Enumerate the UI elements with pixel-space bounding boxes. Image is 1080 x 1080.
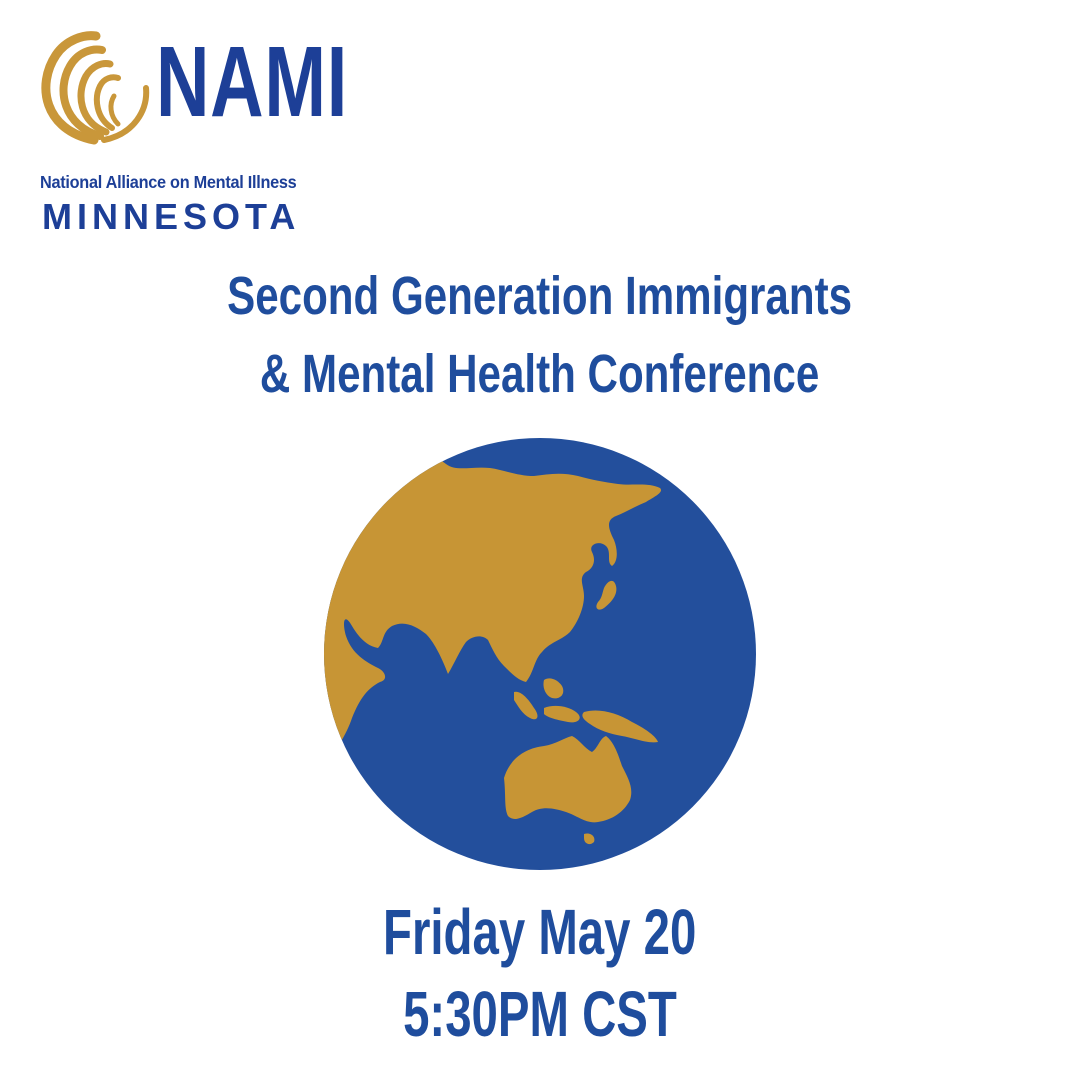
event-time-text: 5:30PM CST [403, 978, 677, 1050]
event-title-line-2-text: & Mental Health Conference [260, 344, 820, 404]
event-title-line-1: Second Generation Immigrants [0, 266, 1080, 326]
earth-globe-icon [324, 438, 756, 870]
nami-flame-mark-icon [41, 31, 150, 145]
logo-tagline: National Alliance on Mental Illness [40, 172, 297, 192]
event-title-line-2: & Mental Health Conference [0, 344, 1080, 404]
nami-minnesota-logo: NAMI National Alliance on Mental Illness… [34, 26, 394, 237]
event-title-line-1-text: Second Generation Immigrants [227, 266, 853, 326]
event-time: 5:30PM CST [0, 979, 1080, 1049]
event-date-text: Friday May 20 [383, 896, 697, 968]
event-date: Friday May 20 [0, 897, 1080, 967]
logo-state-name: MINNESOTA [42, 196, 301, 237]
nami-wordmark: NAMI [156, 26, 349, 138]
